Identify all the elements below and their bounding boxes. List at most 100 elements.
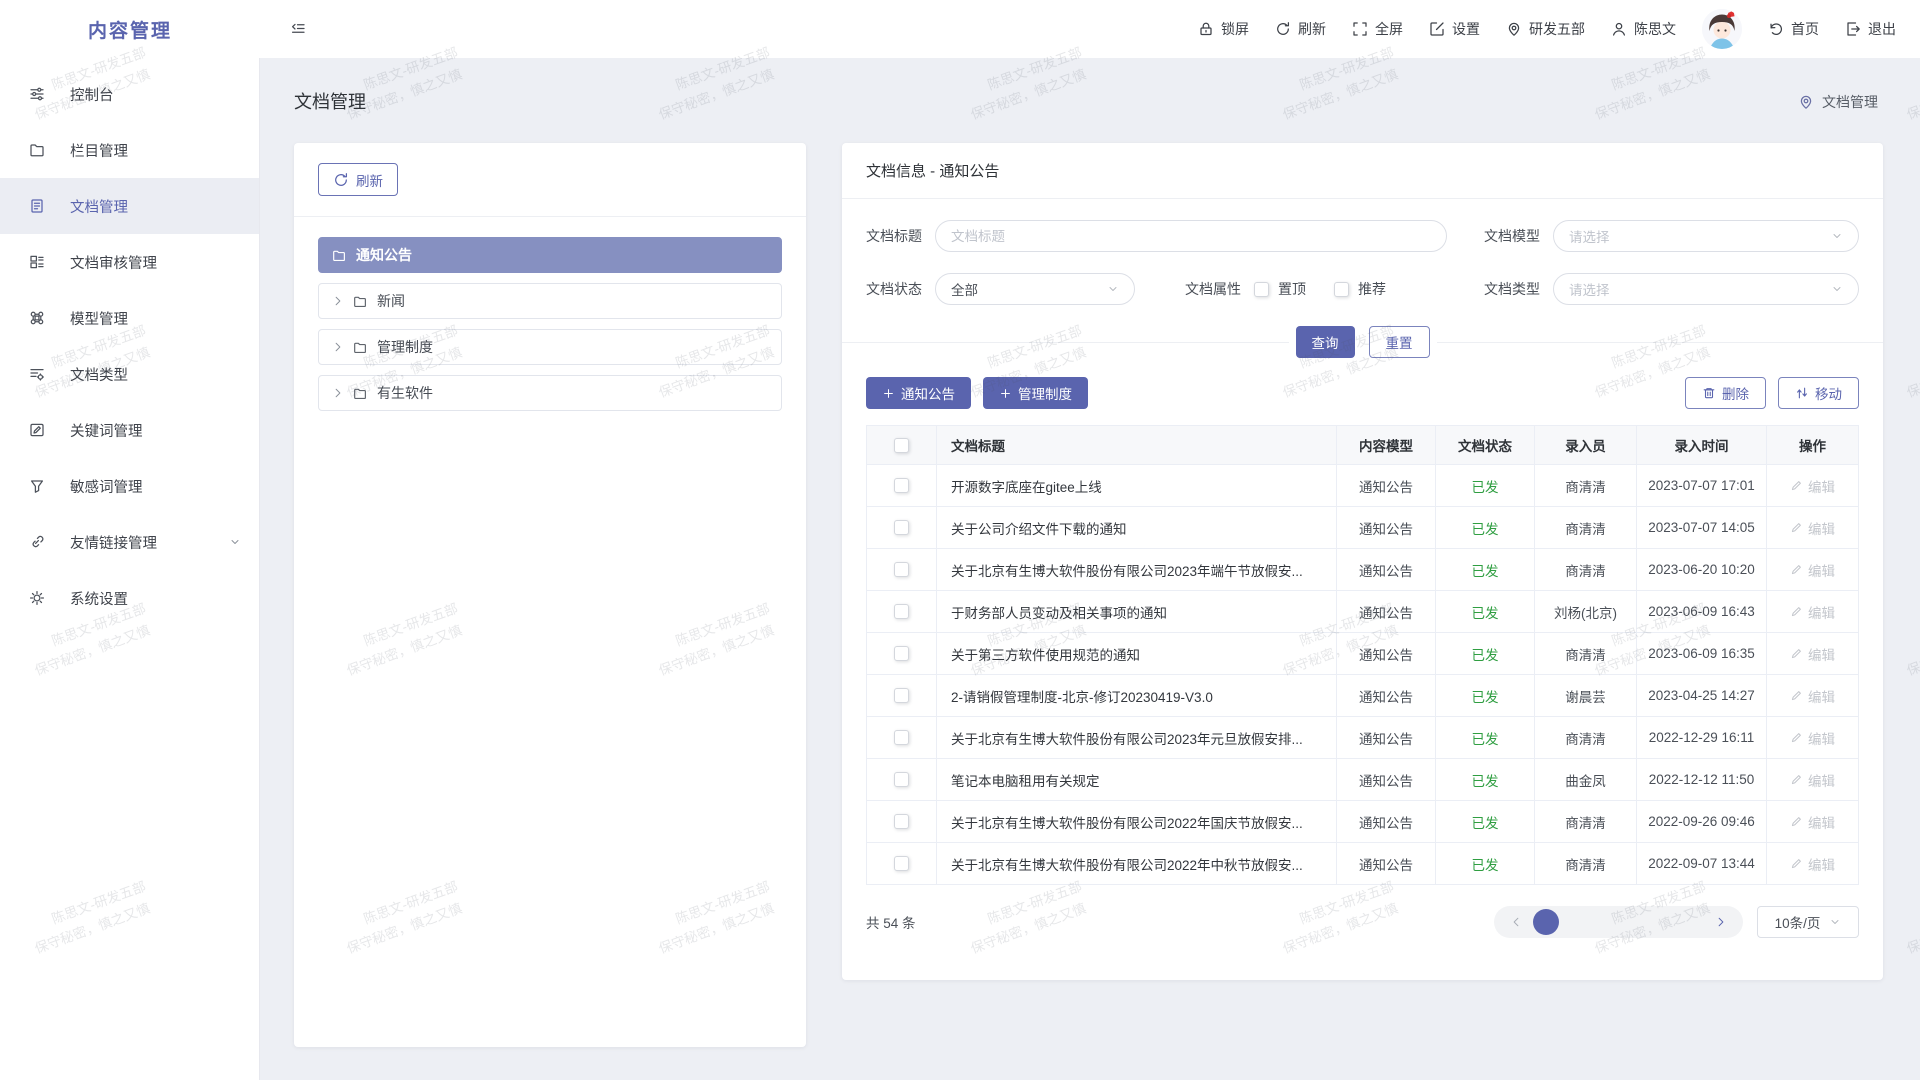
row-checkbox[interactable] [894, 814, 909, 829]
tree-node[interactable]: 通知公告 [318, 237, 782, 273]
fullscreen-button[interactable]: 全屏 [1352, 19, 1403, 39]
search-divider: 查询 重置 [842, 326, 1883, 358]
doc-operator-cell: 曲金凤 [1535, 759, 1637, 800]
doc-operator-cell: 商清清 [1535, 549, 1637, 590]
sidebar-item-columns[interactable]: 栏目管理 [0, 122, 259, 178]
edit-button[interactable]: 编辑 [1790, 560, 1835, 580]
current-user[interactable]: 陈思文 [1611, 19, 1676, 39]
edit-button[interactable]: 编辑 [1790, 854, 1835, 874]
prev-page-button[interactable] [1504, 909, 1528, 935]
row-checkbox[interactable] [894, 856, 909, 871]
doc-operator-cell: 商清清 [1535, 507, 1637, 548]
edit-button[interactable]: 编辑 [1790, 602, 1835, 622]
doc-model-cell: 通知公告 [1337, 843, 1436, 884]
doc-status-cell: 已发 [1436, 675, 1535, 716]
tree-node[interactable]: 有生软件 [318, 375, 782, 411]
lock-screen-button[interactable]: 锁屏 [1198, 19, 1249, 39]
doc-model-cell: 通知公告 [1337, 633, 1436, 674]
edit-button[interactable]: 编辑 [1790, 728, 1835, 748]
edit-button[interactable]: 编辑 [1790, 812, 1835, 832]
doc-type-select[interactable]: 请选择 [1553, 273, 1859, 305]
sidebar-item-doc-audit[interactable]: 文档审核管理 [0, 234, 259, 290]
chevron-down-icon [229, 536, 241, 548]
top-header: 内容管理 锁屏 刷新 全屏 设置 研发五部 陈思文 首页 退出 [0, 0, 1920, 58]
search-button[interactable]: 查询 [1296, 326, 1355, 358]
logout-button[interactable]: 退出 [1845, 19, 1896, 39]
checkbox-pinned[interactable]: 置顶 [1254, 279, 1306, 299]
doc-model-cell: 通知公告 [1337, 507, 1436, 548]
doc-model-cell: 通知公告 [1337, 675, 1436, 716]
sidebar-item-sensitive-words[interactable]: 敏感词管理 [0, 458, 259, 514]
doc-status-cell: 已发 [1436, 801, 1535, 842]
row-checkbox[interactable] [894, 730, 909, 745]
table-footer: 共 54 条 10条/页 [842, 885, 1883, 938]
document-icon [28, 198, 46, 214]
chevron-down-icon [1831, 283, 1843, 295]
sidebar-item-documents[interactable]: 文档管理 [0, 178, 259, 234]
doc-status-select[interactable]: 全部 [935, 273, 1135, 305]
row-checkbox[interactable] [894, 520, 909, 535]
refresh-button[interactable]: 刷新 [1275, 19, 1326, 39]
page-number-button[interactable] [1622, 909, 1646, 935]
sidebar-item-system-settings[interactable]: 系统设置 [0, 570, 259, 626]
row-checkbox[interactable] [894, 646, 909, 661]
row-checkbox[interactable] [894, 688, 909, 703]
page-number-button[interactable] [1533, 909, 1559, 935]
home-button[interactable]: 首页 [1768, 19, 1819, 39]
table-row: 关于公司介绍文件下载的通知 通知公告 已发 商清清 2023-07-07 14:… [867, 507, 1858, 549]
tree-node[interactable]: 管理制度 [318, 329, 782, 365]
sidebar-item-keywords[interactable]: 关键词管理 [0, 402, 259, 458]
filter-form: 文档标题 文档模型 请选择 文档状态 全部 文档属性 置顶 [842, 199, 1883, 305]
edit-button[interactable]: 编辑 [1790, 770, 1835, 790]
doc-time-cell: 2022-09-26 09:46 [1637, 801, 1767, 842]
doc-operator-cell: 商清清 [1535, 843, 1637, 884]
collapse-sidebar-icon[interactable] [290, 21, 306, 37]
page-number-button[interactable] [1651, 909, 1675, 935]
page-number-button[interactable] [1680, 909, 1704, 935]
tree-refresh-button[interactable]: 刷新 [318, 163, 398, 196]
user-avatar[interactable] [1702, 9, 1742, 49]
pager-pages [1533, 909, 1704, 935]
sidebar-item-doc-types[interactable]: 文档类型 [0, 346, 259, 402]
edit-button[interactable]: 编辑 [1790, 476, 1835, 496]
edit-button[interactable]: 编辑 [1790, 686, 1835, 706]
keyword-icon [28, 422, 46, 438]
add-notice-button[interactable]: 通知公告 [866, 377, 971, 409]
sidebar-item-models[interactable]: 模型管理 [0, 290, 259, 346]
doc-title-input[interactable] [935, 220, 1447, 252]
sidebar-item-friend-links[interactable]: 友情链接管理 [0, 514, 259, 570]
page-number-button[interactable] [1593, 909, 1617, 935]
sidebar-item-console[interactable]: 控制台 [0, 66, 259, 122]
delete-button[interactable]: 删除 [1685, 377, 1766, 409]
edit-button[interactable]: 编辑 [1790, 644, 1835, 664]
doc-model-select[interactable]: 请选择 [1553, 220, 1859, 252]
reset-button[interactable]: 重置 [1369, 326, 1430, 358]
add-rules-button[interactable]: 管理制度 [983, 377, 1088, 409]
doc-status-cell: 已发 [1436, 717, 1535, 758]
checkbox-recommended[interactable]: 推荐 [1334, 279, 1386, 299]
watermark-tile: 陈思文-研发五部保守秘密，慎之又慎 [1896, 598, 1920, 682]
page-number-button[interactable] [1564, 909, 1588, 935]
page-size-select[interactable]: 10条/页 [1757, 906, 1859, 938]
doc-title-cell: 笔记本电脑租用有关规定 [937, 759, 1337, 800]
header-actions-left: 锁屏 刷新 全屏 设置 研发五部 陈思文 [1198, 19, 1676, 39]
next-page-button[interactable] [1709, 909, 1733, 935]
category-tree: 通知公告 新闻 管理制度 有生软件 [294, 217, 806, 441]
move-button[interactable]: 移动 [1778, 377, 1859, 409]
doc-title-cell: 于财务部人员变动及相关事项的通知 [937, 591, 1337, 632]
breadcrumb: 文档管理 [1798, 92, 1878, 112]
doc-status-cell: 已发 [1436, 465, 1535, 506]
lock-icon [1198, 21, 1214, 37]
edit-button[interactable]: 编辑 [1790, 518, 1835, 538]
select-all-checkbox[interactable] [894, 438, 909, 453]
row-checkbox[interactable] [894, 604, 909, 619]
row-checkbox[interactable] [894, 772, 909, 787]
row-checkbox[interactable] [894, 478, 909, 493]
doc-model-cell: 通知公告 [1337, 717, 1436, 758]
table-row: 于财务部人员变动及相关事项的通知 通知公告 已发 刘杨(北京) 2023-06-… [867, 591, 1858, 633]
settings-button[interactable]: 设置 [1429, 19, 1480, 39]
row-checkbox[interactable] [894, 562, 909, 577]
tree-node[interactable]: 新闻 [318, 283, 782, 319]
department-label[interactable]: 研发五部 [1506, 19, 1585, 39]
pencil-icon [1790, 479, 1803, 492]
